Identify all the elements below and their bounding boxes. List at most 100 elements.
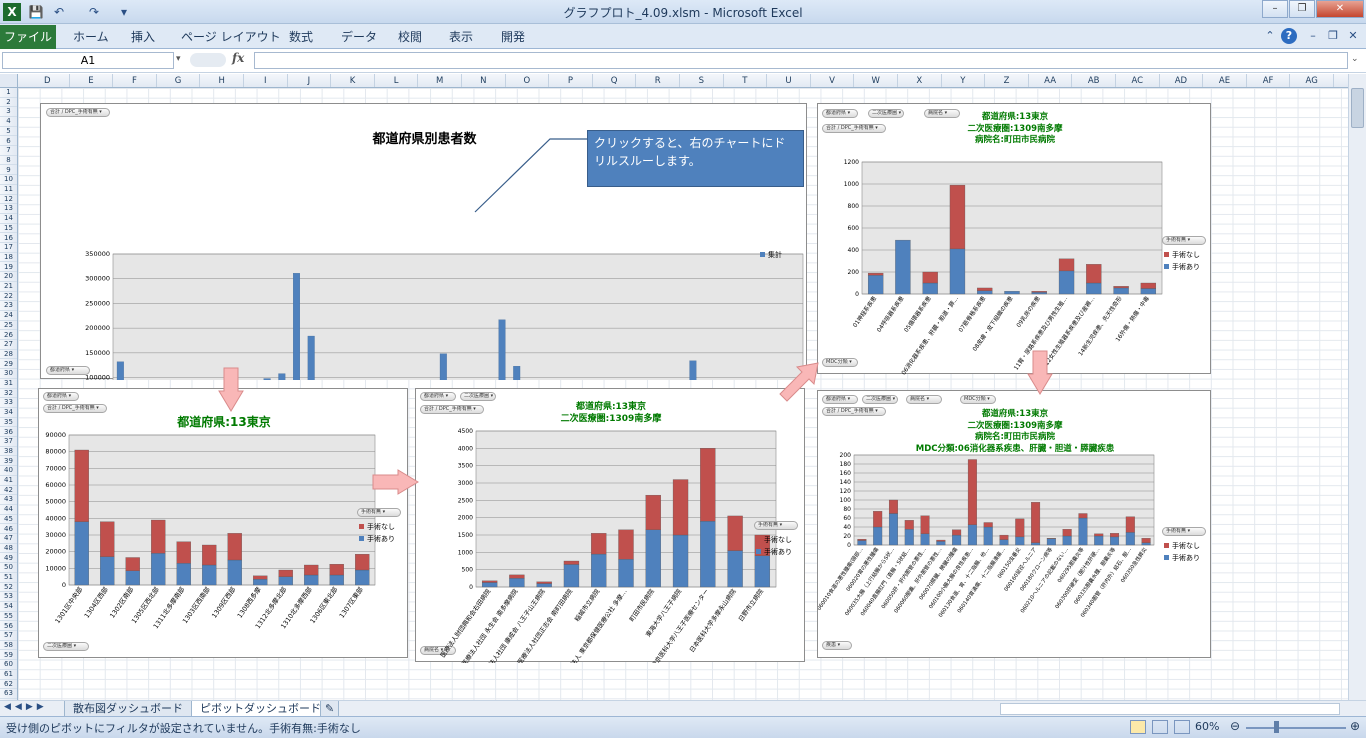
bar-segment-without-surgery[interactable] (151, 519, 166, 554)
minimize-ribbon-icon[interactable]: ⌃ (1262, 28, 1278, 44)
bar-segment-with-surgery[interactable] (536, 583, 552, 588)
row-header-46[interactable]: 46 (0, 525, 17, 534)
bar-segment-with-surgery[interactable] (1141, 542, 1151, 546)
workbook-restore-icon[interactable]: ❐ (1325, 28, 1341, 44)
row-header-55[interactable]: 55 (0, 612, 17, 622)
bar-segment-without-surgery[interactable] (1113, 286, 1129, 289)
column-header-T[interactable]: T (724, 74, 768, 87)
bar-segment-without-surgery[interactable] (125, 557, 140, 571)
row-header-5[interactable]: 5 (0, 127, 17, 137)
bar-segment-with-surgery[interactable] (481, 582, 498, 588)
column-header-O[interactable]: O (506, 74, 550, 87)
bar-segment-with-surgery[interactable] (1046, 538, 1056, 546)
bar-segment-with-surgery[interactable] (999, 539, 1009, 546)
column-header-AC[interactable]: AC (1116, 74, 1160, 87)
zoom-level[interactable]: 60% (1195, 720, 1219, 733)
bar-segment-without-surgery[interactable] (1031, 291, 1047, 293)
bar-segment-with-surgery[interactable] (1015, 536, 1025, 546)
bar-segment-without-surgery[interactable] (176, 541, 191, 564)
bar[interactable] (263, 378, 271, 380)
bar-segment-with-surgery[interactable] (1125, 532, 1135, 546)
row-header-18[interactable]: 18 (0, 253, 17, 263)
row-header-21[interactable]: 21 (0, 282, 17, 292)
bar-segment-without-surgery[interactable] (672, 479, 689, 536)
tab-page-layout[interactable]: ページ レイアウト (181, 28, 281, 45)
bar-segment-without-surgery[interactable] (1094, 533, 1104, 537)
page-break-view-icon[interactable] (1174, 720, 1190, 734)
bar-segment-with-surgery[interactable] (202, 564, 217, 586)
bar-segment-with-surgery[interactable] (936, 541, 946, 546)
bar[interactable] (293, 273, 300, 380)
bar-segment-with-surgery[interactable] (645, 529, 661, 588)
insert-function-button[interactable]: fx (232, 51, 252, 69)
bar-segment-without-surgery[interactable] (1110, 533, 1120, 538)
vertical-scrollbar[interactable] (1348, 74, 1366, 700)
row-header-47[interactable]: 47 (0, 534, 17, 544)
row-header-12[interactable]: 12 (0, 195, 17, 205)
column-header-N[interactable]: N (462, 74, 506, 87)
column-header-AG[interactable]: AG (1290, 74, 1334, 87)
chart-c3[interactable]: 都道府県 ▾ 二次医療圏 ▾ 合計 / DPC_手術有無 ▾ 病院名 ▾ 都道府県:13… (415, 388, 805, 663)
row-header-13[interactable]: 13 (0, 204, 17, 214)
row-header-35[interactable]: 35 (0, 418, 17, 428)
bar-segment-without-surgery[interactable] (1058, 258, 1075, 272)
row-header-36[interactable]: 36 (0, 428, 17, 437)
workbook-close-icon[interactable]: ✕ (1345, 28, 1361, 44)
row-header-24[interactable]: 24 (0, 311, 17, 321)
bar-segment-without-surgery[interactable] (227, 533, 242, 561)
bar-segment-with-surgery[interactable] (304, 574, 319, 586)
column-header-I[interactable]: I (244, 74, 288, 87)
bar[interactable] (307, 335, 315, 380)
bar-segment-without-surgery[interactable] (888, 499, 898, 514)
bar-segment-with-surgery[interactable] (952, 534, 962, 546)
row-header-1[interactable]: 1 (0, 88, 17, 98)
row-header-58[interactable]: 58 (0, 641, 17, 651)
column-header-Z[interactable]: Z (985, 74, 1029, 87)
pivot-legend-field-button[interactable]: 手術有無 ▾ (357, 508, 401, 517)
bar-segment-with-surgery[interactable] (1110, 536, 1120, 546)
zoom-out-icon[interactable]: ⊖ (1230, 719, 1240, 733)
bar-segment-with-surgery[interactable] (888, 513, 898, 546)
bar-segment-with-surgery[interactable] (1031, 292, 1047, 295)
bar-segment-without-surgery[interactable] (509, 574, 525, 579)
bar-segment-without-surgery[interactable] (481, 580, 498, 583)
row-header-61[interactable]: 61 (0, 670, 17, 680)
tab-data[interactable]: データ (341, 28, 377, 45)
bar-segment-without-surgery[interactable] (999, 534, 1009, 540)
zoom-slider-thumb[interactable] (1274, 721, 1279, 733)
bar-segment-with-surgery[interactable] (1113, 287, 1129, 295)
bar-segment-without-surgery[interactable] (100, 521, 115, 557)
column-header-AE[interactable]: AE (1203, 74, 1247, 87)
row-header-63[interactable]: 63 (0, 689, 17, 699)
row-header-3[interactable]: 3 (0, 107, 17, 117)
sheet-tab-scatter[interactable]: 散布図ダッシュボード (64, 701, 192, 717)
row-header-26[interactable]: 26 (0, 331, 17, 340)
bar-segment-with-surgery[interactable] (727, 550, 743, 588)
column-header-M[interactable]: M (418, 74, 462, 87)
minimize-button[interactable]: – (1262, 0, 1288, 18)
row-header-6[interactable]: 6 (0, 137, 17, 146)
bar-segment-without-surgery[interactable] (949, 184, 966, 250)
tab-view[interactable]: 表示 (449, 28, 473, 45)
bar-segment-with-surgery[interactable] (904, 529, 914, 546)
row-header-44[interactable]: 44 (0, 505, 17, 515)
tab-home[interactable]: ホーム (73, 28, 109, 45)
bar-segment-without-surgery[interactable] (618, 529, 634, 560)
bar-segment-with-surgery[interactable] (754, 555, 771, 588)
bar-segment-with-surgery[interactable] (176, 563, 191, 586)
chart-c4[interactable]: 都道府県 ▾ 二次医療圏 ▾ 病院名 ▾ 合計 / DPC_手術有無 ▾ MDC分類 ▾… (817, 103, 1211, 375)
pivot-legend-field-button[interactable]: 手術有無 ▾ (754, 521, 798, 530)
formula-bar-splitter[interactable] (190, 53, 226, 67)
bar-segment-without-surgery[interactable] (202, 544, 217, 566)
chart-c5[interactable]: 都道府県 ▾ 二次医療圏 ▾ 病院名 ▾ MDC分類 ▾ 合計 / DPC_手術有無 ▾… (817, 390, 1211, 658)
column-header-V[interactable]: V (811, 74, 855, 87)
row-header-41[interactable]: 41 (0, 476, 17, 486)
bar-segment-with-surgery[interactable] (949, 248, 966, 295)
bar-segment-without-surgery[interactable] (278, 569, 293, 577)
restore-button[interactable]: ❐ (1289, 0, 1315, 18)
column-header-F[interactable]: F (113, 74, 157, 87)
bar[interactable] (116, 361, 124, 380)
bar-segment-without-surgery[interactable] (857, 538, 867, 541)
bar-segment-with-surgery[interactable] (922, 282, 938, 295)
bar-segment-with-surgery[interactable] (672, 534, 689, 588)
